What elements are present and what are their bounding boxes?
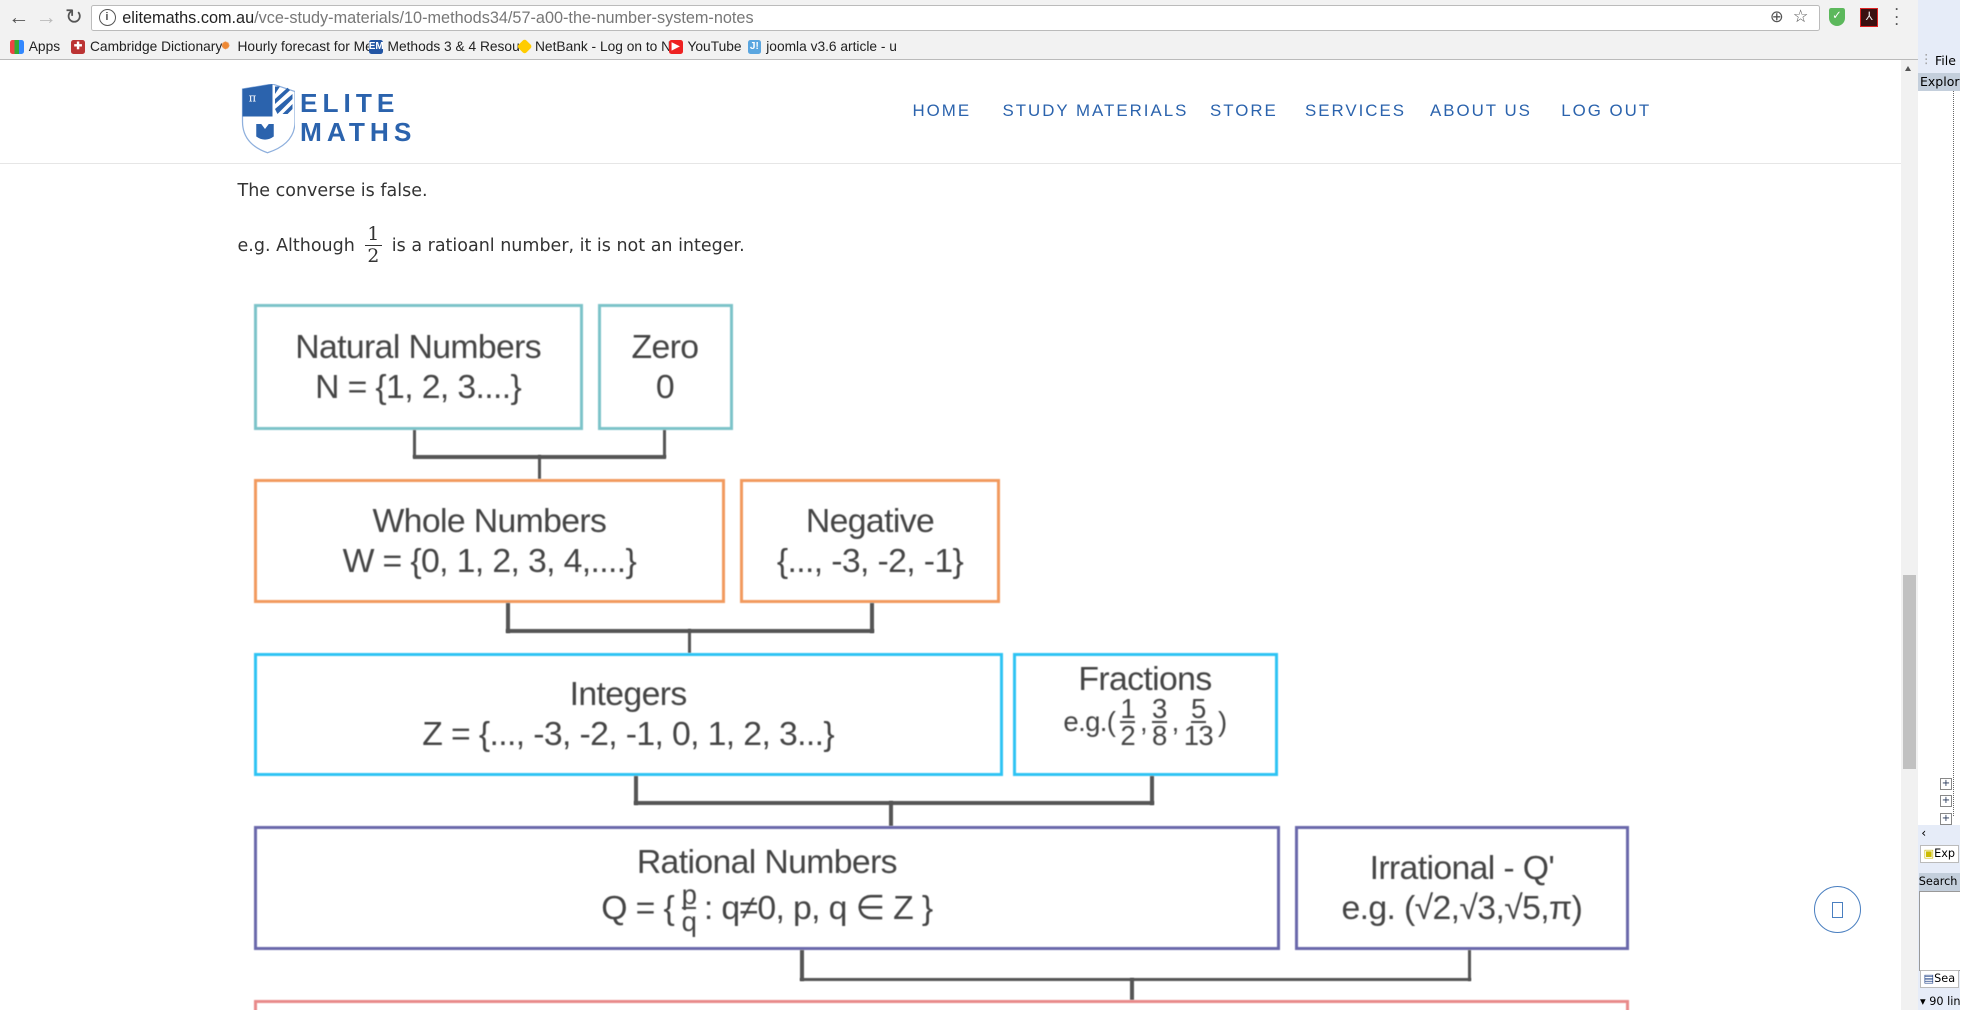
search-window-icon: ▤ — [1923, 972, 1935, 986]
box-set: 0 — [655, 367, 675, 406]
connector — [412, 430, 417, 458]
numerator: p — [681, 879, 697, 911]
box-rational-numbers: Rational Numbers Q = { pq : q≠0, p, q ∈ … — [253, 826, 1280, 950]
connector — [687, 628, 692, 653]
tab-label: Sea — [1934, 972, 1956, 986]
fraction: 5 13 — [1183, 692, 1214, 751]
web-page: π ELITE MATHS HOME STUDY MATERIALS STORE… — [0, 60, 1902, 1010]
expand-icon[interactable]: + — [1940, 777, 1952, 790]
scrollbar-thumb[interactable] — [1902, 575, 1917, 769]
box-set: e.g.( 12, 38, 5 13 ) — [1063, 692, 1227, 751]
paren-open: e.g.( — [1063, 705, 1116, 737]
menu-file[interactable]: File — [1935, 53, 1956, 68]
box-irrational: Irrational - Q' e.g. (√2,√3,√5,π) — [1295, 826, 1629, 950]
scroll-up-icon[interactable] — [1905, 66, 1911, 72]
tab-explorer[interactable]: ▣Exp — [1920, 845, 1959, 863]
box-natural-numbers: Natural Numbers N = {1, 2, 3....} — [253, 303, 583, 430]
box-next-category — [253, 1000, 1629, 1010]
box-zero: Zero 0 — [597, 303, 733, 430]
status-text: 90 lines — [1929, 995, 1960, 1008]
denominator: 2 — [1120, 719, 1135, 751]
box-set: {..., -3, -2, -1} — [776, 541, 964, 580]
box-set: N = {1, 2, 3....} — [315, 367, 522, 406]
folder-search-icon: ▣ — [1923, 847, 1935, 861]
box-title: Zero — [631, 327, 700, 366]
box-title: Whole Numbers — [372, 501, 607, 540]
box-set: Z = {..., -3, -2, -1, 0, 1, 2, 3...} — [422, 715, 835, 754]
connector — [662, 430, 667, 458]
scroll-left-icon[interactable]: ‹ — [1921, 825, 1926, 840]
status-line: ▾ 90 lines — [1920, 995, 1960, 1008]
set-condition: : q≠0, p, q ∈ Z } — [703, 889, 933, 928]
box-title: Irrational - Q' — [1369, 849, 1555, 888]
box-title: Negative — [805, 501, 935, 540]
explorer-tree: + + + — [1917, 91, 1960, 825]
fraction: 38 — [1152, 692, 1167, 751]
box-whole-numbers: Whole Numbers W = {0, 1, 2, 3, 4,....} — [253, 478, 725, 603]
fraction: 12 — [1120, 692, 1136, 751]
tree-line — [1952, 91, 1954, 817]
numerator: 3 — [1152, 692, 1167, 724]
box-set: W = {0, 1, 2, 3, 4,....} — [342, 541, 637, 580]
search-results-box[interactable] — [1918, 891, 1960, 971]
numerator: 1 — [1120, 692, 1136, 724]
scroll-to-top-button[interactable] — [1813, 886, 1861, 934]
box-title: Integers — [569, 675, 688, 714]
box-title: Fractions — [1078, 660, 1212, 698]
connector — [888, 801, 893, 827]
tab-label: Exp — [1934, 847, 1956, 861]
number-system-diagram: Natural Numbers N = {1, 2, 3....} Zero 0 W… — [0, 0, 1901, 1010]
connector — [633, 801, 1154, 805]
denominator: 13 — [1183, 719, 1214, 751]
box-fractions: Fractions e.g.( 12, 38, 5 13 ) — [1012, 652, 1278, 777]
explorer-header: Explorer — [1917, 72, 1960, 92]
expand-icon[interactable]: + — [1940, 795, 1952, 807]
page-scrollbar[interactable] — [1901, 60, 1918, 1010]
box-set: Q = { pq : q≠0, p, q ∈ Z } — [257, 879, 1277, 938]
denominator: q — [681, 906, 697, 938]
box-integers: Integers Z = {..., -3, -2, -1, 0, 1, 2, 3… — [253, 652, 1003, 777]
box-set: e.g. (√2,√3,√5,π) — [1341, 889, 1583, 928]
connector — [800, 977, 1472, 982]
paren-close: ) — [1218, 705, 1227, 737]
fraction-p-over-q: pq — [681, 879, 697, 938]
numerator: 5 — [1191, 692, 1206, 724]
set-open: Q = { — [601, 889, 675, 928]
side-panel: ⋮ File Explorer + + + ‹ ▣Exp Search ▤Sea… — [1917, 0, 1960, 1010]
box-title: Natural Numbers — [295, 327, 541, 366]
search-header: Search — [1918, 872, 1960, 892]
connector — [1130, 977, 1134, 1000]
denominator: 8 — [1152, 719, 1167, 751]
box-title: Rational Numbers — [636, 843, 898, 882]
placeholder-glyph-icon — [1832, 902, 1843, 918]
tab-search[interactable]: ▤Sea — [1920, 970, 1959, 988]
box-negative: Negative {..., -3, -2, -1} — [740, 478, 1000, 603]
connector — [537, 455, 542, 479]
grip-icon: ⋮ — [1920, 51, 1933, 67]
expand-icon[interactable]: + — [1940, 812, 1952, 825]
